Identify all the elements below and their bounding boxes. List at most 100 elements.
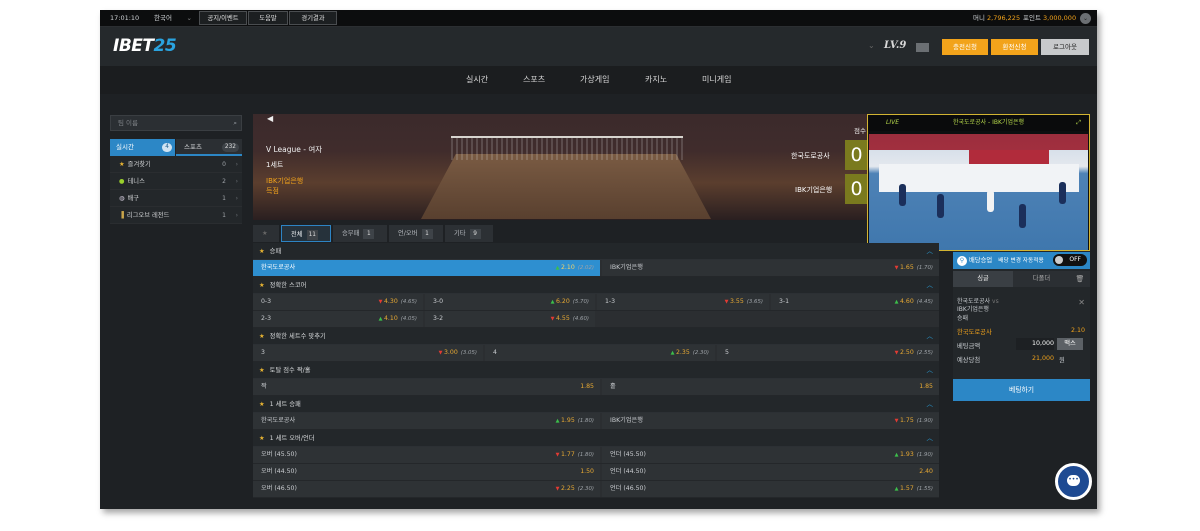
odds-cell[interactable]: 언더 (46.50) 1.57(1.55): [602, 481, 939, 497]
logo[interactable]: IBET25: [113, 36, 177, 56]
tab-sports[interactable]: 스포츠 232: [176, 139, 242, 156]
tab-under-over[interactable]: 언/오버 1: [389, 225, 443, 242]
tab-all[interactable]: 전체 11: [281, 225, 331, 242]
nav-live[interactable]: 실시간: [466, 66, 488, 94]
market-header[interactable]: ★ 정확한 세트수 맞추기 ︿: [253, 328, 939, 345]
odds-cell[interactable]: 한국도로공사 2.10(2.02): [253, 260, 600, 276]
star-icon[interactable]: ★: [259, 333, 265, 340]
tab-live-label: 실시간: [116, 143, 134, 151]
logout-button[interactable]: 로그아웃: [1041, 39, 1089, 55]
odds-label: 오버 (46.50): [261, 485, 297, 492]
chevron-up-icon[interactable]: ︿: [927, 277, 934, 294]
tab-1x2[interactable]: 승무패 1: [333, 225, 387, 242]
odds-cell[interactable]: 홀 1.85: [602, 379, 939, 395]
odds-number: 4.30: [384, 298, 398, 305]
market-header[interactable]: ★ 토탈 점수 짝/홀 ︿: [253, 362, 939, 379]
chevron-up-icon[interactable]: ︿: [927, 328, 934, 345]
notice-button[interactable]: 공지/이벤트: [199, 11, 247, 25]
league-name: V League - 여자: [266, 145, 323, 154]
star-icon[interactable]: ★: [259, 435, 265, 442]
expand-icon[interactable]: ⤢: [1076, 115, 1081, 131]
tab-multi[interactable]: 다폴더: [1013, 271, 1070, 287]
odds-value: 3.00(3.05): [439, 345, 477, 361]
odds-cell[interactable]: 짝 1.85: [253, 379, 600, 395]
odds-value: 1.93(1.90): [895, 447, 933, 463]
chevron-up-icon[interactable]: ︿: [927, 396, 934, 413]
market-header[interactable]: ★ 승패 ︿: [253, 243, 939, 260]
odds-cell[interactable]: 3 3.00(3.05): [253, 345, 483, 361]
auto-apply-label: 배당 변경 자동적용: [998, 258, 1044, 264]
withdraw-button[interactable]: 환전신청: [991, 39, 1038, 55]
search-icon[interactable]: ⌕: [233, 116, 237, 131]
tab-single[interactable]: 싱글: [953, 271, 1013, 287]
sidebar-item-volleyball[interactable]: ◍ 배구 1 ›: [110, 190, 242, 207]
odds-value: 4.10(4.05): [379, 311, 417, 327]
deposit-button[interactable]: 충전신청: [942, 39, 988, 55]
star-icon[interactable]: ★: [259, 248, 265, 255]
odds-cell[interactable]: 언더 (44.50) 2.40: [602, 464, 939, 480]
odds-cell[interactable]: 3-0 6.20(5.70): [425, 294, 595, 310]
odds-cell[interactable]: IBK기업은행 1.65(1.70): [602, 260, 939, 276]
star-icon[interactable]: ★: [259, 282, 265, 289]
odds-value: 2.50(2.55): [895, 345, 933, 361]
sidebar-item-favorites[interactable]: ★ 즐겨찾기 0 ›: [110, 156, 242, 173]
odds-number: 1.57: [900, 485, 914, 492]
sidebar-item-lol[interactable]: ▐ 리그오브 레전드 1 ›: [110, 207, 242, 224]
chevron-down-icon[interactable]: ⌄: [868, 41, 875, 50]
odds-cell[interactable]: 오버 (44.50) 1.50: [253, 464, 600, 480]
odds-cell[interactable]: 한국도로공사 1.95(1.80): [253, 413, 600, 429]
nav-minigame[interactable]: 미니게임: [702, 66, 731, 94]
nav-casino[interactable]: 카지노: [645, 66, 667, 94]
odds-cell[interactable]: 0-3 4.30(4.65): [253, 294, 423, 310]
chevron-up-icon[interactable]: ︿: [927, 430, 934, 447]
market-header[interactable]: ★ 1 세트 오버/언더 ︿: [253, 430, 939, 447]
chevron-down-icon[interactable]: ⌄: [1080, 13, 1091, 24]
tab-other[interactable]: 기타 9: [445, 225, 493, 242]
star-icon[interactable]: ★: [259, 401, 265, 408]
app-window: 17:01:10 한국어 ⌄ 공지/이벤트 도움말 경기결과 머니 2,796,2…: [100, 10, 1097, 509]
max-button[interactable]: 맥스: [1057, 338, 1083, 350]
search-input[interactable]: 팀 이름 ⌕: [110, 115, 242, 131]
trash-icon[interactable]: 🗑: [1070, 271, 1090, 287]
player-image: [1059, 182, 1066, 204]
chevron-up-icon[interactable]: ︿: [927, 243, 934, 260]
language-select[interactable]: 한국어 ⌄: [154, 10, 192, 27]
sidebar-item-tennis[interactable]: ● 테니스 2 ›: [110, 173, 242, 190]
results-button[interactable]: 경기결과: [289, 11, 337, 25]
live-video[interactable]: LIVE 한국도로공사 - IBK기업은행 ⤢: [867, 114, 1090, 251]
odds-cell[interactable]: 오버 (45.50) 1.77(1.80): [253, 447, 600, 463]
odds-cell[interactable]: 2-3 4.10(4.05): [253, 311, 423, 327]
auto-apply-toggle[interactable]: OFF: [1053, 254, 1087, 266]
odds-cell[interactable]: 1-3 3.55(3.65): [597, 294, 769, 310]
odds-cell[interactable]: 5 2.50(2.55): [717, 345, 939, 361]
player-image: [987, 190, 994, 212]
nav-virtual[interactable]: 가상게임: [580, 66, 609, 94]
back-arrow-icon[interactable]: ◀: [267, 114, 273, 123]
nav-sports[interactable]: 스포츠: [523, 66, 545, 94]
chat-button[interactable]: •••: [1055, 463, 1092, 500]
ad-board: [969, 150, 1049, 164]
star-icon[interactable]: ★: [259, 367, 265, 374]
odds-cell[interactable]: 4 2.35(2.30): [485, 345, 715, 361]
market-header[interactable]: ★ 정확한 스코어 ︿: [253, 277, 939, 294]
amount-input[interactable]: 10,000: [1016, 338, 1054, 350]
odds-value: 1.65(1.70): [895, 260, 933, 276]
odds-cell[interactable]: 언더 (45.50) 1.93(1.90): [602, 447, 939, 463]
previous-odds: (4.05): [400, 316, 417, 322]
point-value: 3,000,000: [1043, 14, 1077, 22]
header: IBET25 ⌄ LV.9 충전신청 환전신청 로그아웃: [100, 27, 1097, 66]
odds-cell[interactable]: 3-1 4.60(4.45): [771, 294, 939, 310]
bet-button[interactable]: 베팅하기: [953, 379, 1090, 401]
help-button[interactable]: 도움말: [248, 11, 288, 25]
odds-cell[interactable]: IBK기업은행 1.75(1.90): [602, 413, 939, 429]
close-icon[interactable]: ✕: [1078, 298, 1085, 307]
odds-cell[interactable]: 오버 (46.50) 2.25(2.30): [253, 481, 600, 497]
chevron-up-icon[interactable]: ︿: [927, 362, 934, 379]
logo-text: IBET: [113, 36, 154, 56]
market-header[interactable]: ★ 1 세트 승패 ︿: [253, 396, 939, 413]
tab-live[interactable]: 실시간 4: [110, 139, 175, 156]
volleyball-icon: ◍: [119, 195, 125, 202]
favorite-tab-icon[interactable]: ★: [253, 225, 279, 242]
odds-cell[interactable]: 3-2 4.55(4.60): [425, 311, 595, 327]
mail-icon[interactable]: [916, 43, 929, 52]
